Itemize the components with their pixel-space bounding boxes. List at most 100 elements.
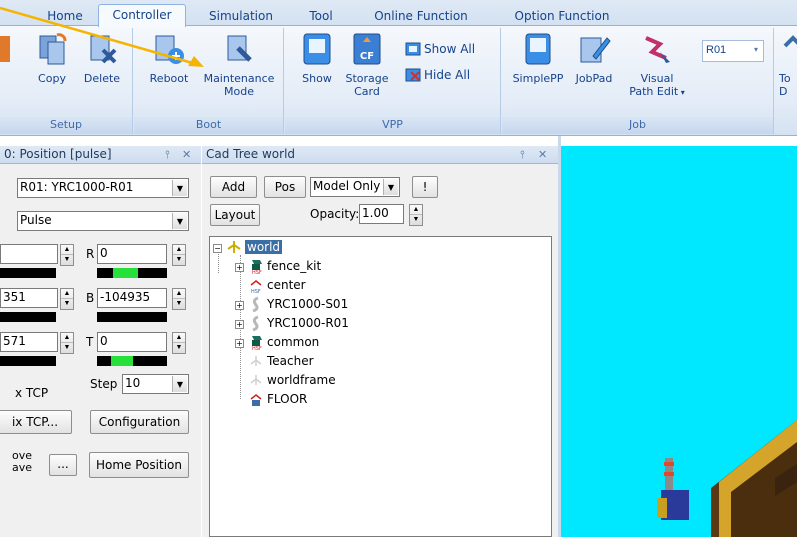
floor-icon <box>248 391 264 407</box>
group-job: SimplePP JobPad Visual Path Edit ▾ R01 ▾… <box>502 28 774 134</box>
tree-node-yrc1000-r01[interactable]: + YRC1000-R01 <box>235 314 349 332</box>
show-all-button[interactable]: Show All <box>405 40 475 58</box>
svg-text:HSF: HSF <box>252 346 262 350</box>
model-filter-select[interactable]: Model Only ▼ <box>310 177 400 197</box>
axis-r-field[interactable]: 0 <box>97 244 167 264</box>
tcp-label: x TCP <box>15 386 49 400</box>
axis-t-spinner[interactable]: ▲ ▼ <box>172 332 186 354</box>
tree-node-common[interactable]: + HSF common <box>235 333 319 352</box>
collapse-icon[interactable]: − <box>213 244 222 253</box>
exclaim-button[interactable]: ! <box>412 176 438 198</box>
group-setup-label: Setup <box>0 117 132 134</box>
tab-option-function[interactable]: Option Function <box>500 7 624 26</box>
simplepp-icon <box>521 32 555 66</box>
axis-b-field[interactable]: -104935 <box>97 288 167 308</box>
opacity-spinner[interactable]: ▲ ▼ <box>409 204 423 226</box>
group-vpp-label: VPP <box>285 117 500 134</box>
axis-u-field[interactable]: 571 <box>0 332 58 352</box>
tree-node-label: center <box>267 278 306 292</box>
robot-select[interactable]: R01: YRC1000-R01 ▼ <box>17 178 189 198</box>
frame-icon <box>248 372 264 388</box>
storage-label-1: Storage <box>345 72 389 85</box>
visual-label-1: Visual <box>640 72 674 85</box>
axis-t-field[interactable]: 0 <box>97 332 167 352</box>
simplepp-button[interactable]: SimplePP <box>508 32 568 85</box>
move-save-label: ove ave <box>12 450 32 474</box>
maintenance-label-2: Mode <box>224 85 254 98</box>
axis-l-field[interactable]: 351 <box>0 288 58 308</box>
step-label: Step <box>90 377 118 391</box>
axis-s-field[interactable] <box>0 244 58 264</box>
expand-icon[interactable]: + <box>235 301 244 310</box>
unit-select[interactable]: Pulse ▼ <box>17 211 189 231</box>
close-icon[interactable]: ✕ <box>182 146 191 163</box>
opacity-field[interactable]: 1.00 <box>359 204 404 224</box>
expand-icon[interactable]: + <box>235 320 244 329</box>
tree-node-fence-kit[interactable]: + HSF fence_kit <box>235 257 321 276</box>
home-position-button[interactable]: Home Position <box>89 452 189 478</box>
step-select[interactable]: 10 ▼ <box>122 374 189 394</box>
cad-panel-title: Cad Tree world <box>206 147 296 161</box>
robot-icon <box>248 296 264 313</box>
pin-icon[interactable]: ⫯ <box>165 146 170 163</box>
storage-card-button[interactable]: CF Storage Card <box>341 32 393 98</box>
tree-node-center[interactable]: HSF center <box>248 276 306 295</box>
frame-icon <box>226 239 242 255</box>
chevron-down-icon: ▾ <box>753 45 758 54</box>
axis-b-spinner[interactable]: ▲ ▼ <box>172 288 186 310</box>
tree-node-teacher[interactable]: Teacher <box>248 352 314 370</box>
pos-button[interactable]: Pos <box>264 176 306 198</box>
pin-icon[interactable]: ⫯ <box>520 146 525 163</box>
tree-node-worldframe[interactable]: worldframe <box>248 371 336 389</box>
position-panel-header: 0: Position [pulse] ⫯ ✕ <box>0 146 201 164</box>
axis-l-spinner[interactable]: ▲ ▼ <box>60 288 74 310</box>
tab-tool[interactable]: Tool <box>296 7 346 26</box>
simplepp-label: SimplePP <box>512 72 564 85</box>
configuration-button[interactable]: Configuration <box>90 410 189 434</box>
cad-tree-panel: Add Pos Model Only ▼ ! Layout Opacity: 1… <box>202 164 558 537</box>
ellipsis-button[interactable]: ... <box>49 454 77 476</box>
vpp-show-button[interactable]: Show <box>295 32 339 85</box>
close-icon[interactable]: ✕ <box>538 146 547 163</box>
add-button[interactable]: Add <box>210 176 257 198</box>
hsf-model-icon: HSF <box>248 258 264 276</box>
cf-text: CF <box>360 51 374 62</box>
svg-text:HSF: HSF <box>251 289 261 293</box>
cad-tree[interactable]: − world + HSF fence_kit HSF center + YRC1000-… <box>209 236 552 537</box>
axis-r-spinner[interactable]: ▲ ▼ <box>172 244 186 266</box>
tab-controller[interactable]: Controller <box>98 4 186 27</box>
show-all-label: Show All <box>424 42 476 56</box>
visual-path-edit-button[interactable]: Visual Path Edit ▾ <box>620 32 694 99</box>
expand-icon[interactable]: + <box>235 263 244 272</box>
axis-r-bar <box>97 268 167 278</box>
ribbon-tab-bar: Home Controller Simulation Tool Online F… <box>0 0 797 27</box>
axis-s-bar <box>0 268 56 278</box>
3d-viewport[interactable] <box>561 146 797 537</box>
tree-node-label: worldframe <box>267 373 336 387</box>
show-all-icon <box>405 42 421 56</box>
fix-tcp-button[interactable]: ix TCP... <box>0 410 72 434</box>
move-label-2: ave <box>12 461 33 474</box>
expand-icon[interactable]: + <box>235 339 244 348</box>
vpp-show-label: Show <box>302 72 332 85</box>
robot-icon <box>248 315 264 332</box>
tree-node-floor[interactable]: FLOOR <box>248 390 307 408</box>
model-filter-value: Model Only <box>313 179 381 193</box>
axis-u-spinner[interactable]: ▲ ▼ <box>60 332 74 354</box>
axis-b-bar <box>97 312 167 322</box>
frame-icon <box>248 353 264 369</box>
group-boot-label: Boot <box>134 117 283 134</box>
job-robot-select[interactable]: R01 ▾ <box>702 40 764 62</box>
hide-all-button[interactable]: Hide All <box>405 66 470 84</box>
jobpad-button[interactable]: JobPad <box>568 32 620 85</box>
cutoff-button[interactable]: To D <box>779 32 797 98</box>
tree-node-world[interactable]: − world <box>213 238 283 256</box>
group-job-label: Job <box>502 117 773 134</box>
axis-l-bar <box>0 312 56 322</box>
tree-node-yrc1000-s01[interactable]: + YRC1000-S01 <box>235 295 348 313</box>
layout-button[interactable]: Layout <box>210 204 260 226</box>
cutoff-label-2: D <box>779 85 788 98</box>
tab-online-function[interactable]: Online Function <box>356 7 486 26</box>
axis-s-spinner[interactable]: ▲ ▼ <box>60 244 74 266</box>
unit-select-value: Pulse <box>20 213 52 227</box>
